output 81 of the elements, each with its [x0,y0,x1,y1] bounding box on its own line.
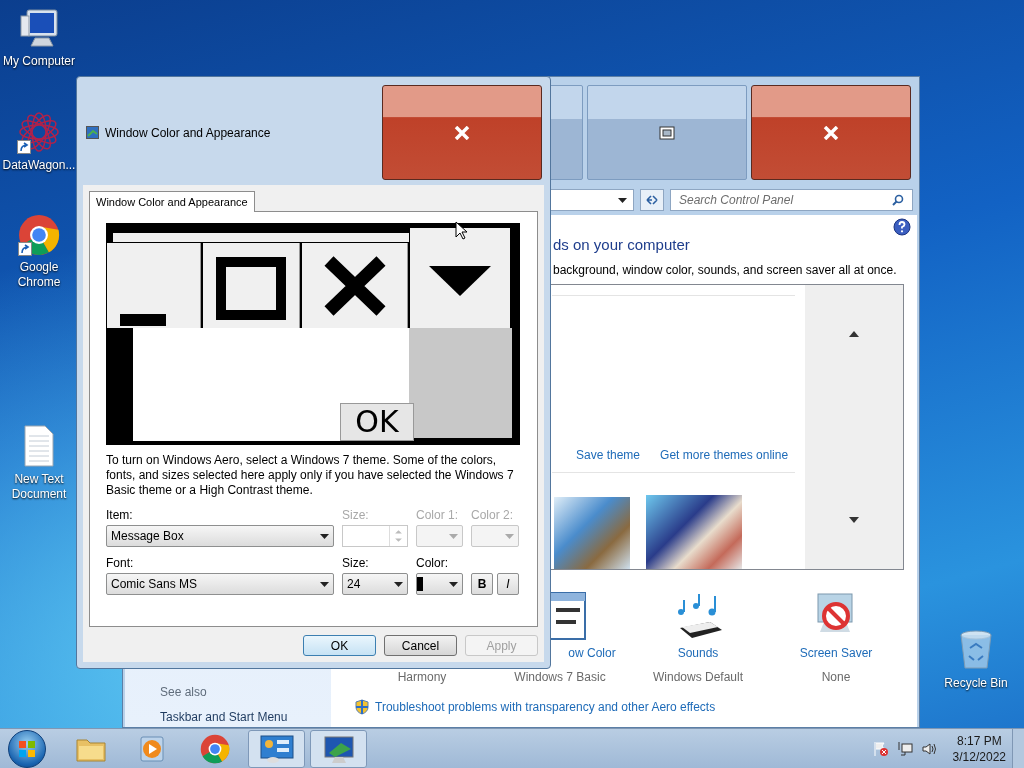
setting-link[interactable]: Screen Saver [799,644,873,662]
caret-icon [505,533,514,539]
scroll-up-icon[interactable] [849,331,859,337]
setting-value: Windows Default [652,669,743,686]
dropdown[interactable]: 24 [342,573,408,595]
shield-icon [355,699,369,715]
refresh-icon [645,194,659,206]
windows-logo-icon [18,739,36,758]
theme-thumbnail[interactable] [646,495,742,569]
caret-icon [320,533,329,539]
field-label: Size: [342,556,370,570]
chrome-icon [18,214,60,256]
desktop-icon-label[interactable]: Recycle Bin [944,676,1008,691]
setting-link[interactable]: Sounds [677,644,719,662]
field-label: Item: [106,508,134,522]
shortcut-arrow-icon [18,242,32,256]
desktop-icon-label[interactable]: Google Chrome [0,260,78,290]
page-heading: ds on your computer [553,236,691,254]
refresh-button[interactable] [640,189,664,211]
dialog-button[interactable]: OK [303,635,376,656]
caret-icon [618,197,627,203]
start-button[interactable] [8,729,46,768]
see-also-heading: See also [160,684,208,701]
field-label: Size: [342,508,370,522]
search-field[interactable]: Search Control Panel [670,189,913,211]
desktop-icon-label[interactable]: DataWagon... [2,158,76,173]
caret-icon [394,581,403,587]
taskbar-button[interactable] [310,729,367,768]
triangle-icon [429,266,491,296]
field-label: Color: [416,556,449,570]
network-icon[interactable] [896,740,913,757]
color-picker[interactable] [416,573,463,595]
theme-link[interactable]: Get more themes online [660,446,789,464]
chrome-icon [199,733,230,764]
close-icon [823,125,839,140]
window-color-icon [86,126,99,139]
search-icon [892,194,904,206]
computer-icon [17,6,61,50]
style-button[interactable]: I [497,573,519,595]
scroll-down-icon[interactable] [849,517,859,523]
theme-thumbnail[interactable] [554,497,630,569]
tab[interactable]: Window Color and Appearance [89,191,255,212]
field-label: Color 1: [416,508,460,522]
caret-icon [449,581,458,587]
shortcut-arrow-icon [17,140,31,154]
volume-icon[interactable] [920,740,937,757]
desktop-icon-label[interactable]: My Computer [3,54,75,69]
clock-date[interactable]: 3/12/2022 [952,748,1006,765]
setting-value: None [821,669,851,686]
style-button[interactable]: B [471,573,493,595]
dropdown[interactable]: Comic Sans MS [106,573,334,595]
dropdown[interactable]: Message Box [106,525,334,547]
caret-icon [449,533,458,539]
maximize-icon [659,125,675,140]
control-panel-icon [258,733,295,764]
preview-ok-button[interactable]: OK [340,403,414,441]
clock-time[interactable]: 8:17 PM [956,732,1002,749]
close-icon [322,254,387,317]
close-button[interactable] [382,85,542,180]
dialog-button[interactable]: Cancel [384,635,457,656]
setting-value: Windows 7 Basic [514,669,606,686]
starburst-icon [17,110,61,154]
caret-icon [320,581,329,587]
theme-link[interactable]: Save theme [576,446,641,464]
help-icon[interactable] [893,218,911,236]
field-label: Font: [106,556,135,570]
troubleshoot-link[interactable]: Troubleshoot problems with transparency and other Aero effects [375,698,716,716]
info-text: To turn on Windows Aero, select a Windows 7 theme. Some of the colors, fonts, and sizes selected here apply only if you have selected the Windows 7 Basic theme or a High Contrast theme. [106,453,515,498]
close-button[interactable] [751,85,911,180]
flag-error-icon[interactable] [872,740,889,757]
taskbar-button[interactable] [248,729,305,768]
close-icon [454,125,470,140]
scrollbar[interactable] [805,285,903,569]
maximize-icon [216,257,286,320]
setting-value: Harmony [397,669,447,686]
window-title: Window Color and Appearance [105,124,271,142]
field-label: Color 2: [471,508,515,522]
page-description: background, window color, sounds, and screen saver all at once. [553,263,898,277]
minimize-icon [120,314,166,326]
side-link[interactable]: Taskbar and Start Menu [160,708,331,726]
setting-link[interactable]: ow Color [568,644,616,662]
